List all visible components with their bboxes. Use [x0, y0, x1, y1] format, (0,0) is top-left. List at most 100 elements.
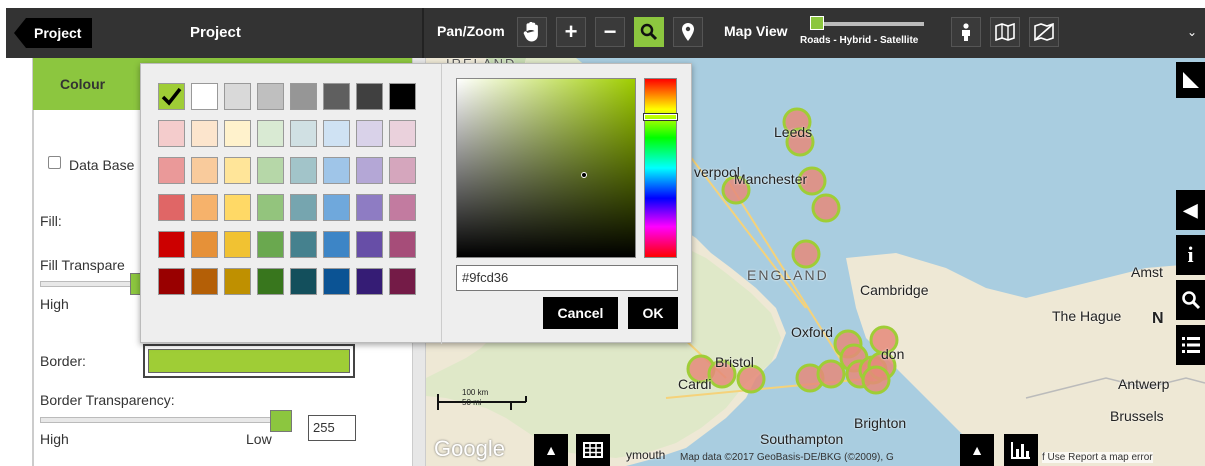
border-transparency-value-input[interactable]: 255 — [308, 415, 356, 441]
map-view-slider-track[interactable] — [812, 22, 924, 26]
colour-swatch[interactable] — [356, 194, 383, 221]
table-view-button[interactable] — [576, 434, 610, 466]
colour-swatch[interactable] — [323, 231, 350, 258]
colour-swatch[interactable] — [290, 194, 317, 221]
legend-list-button[interactable] — [1176, 325, 1205, 365]
expand-chart-button[interactable]: ▲ — [960, 434, 994, 466]
fill-transparency-label: Fill Transpare — [40, 257, 125, 273]
project-back-button[interactable]: Project — [14, 18, 92, 48]
map-view-slider-thumb[interactable] — [810, 16, 824, 30]
chart-view-button[interactable] — [1004, 434, 1038, 466]
expand-panel-button[interactable]: ◀ — [1176, 190, 1205, 230]
hue-slider[interactable] — [644, 78, 677, 258]
map-off-icon — [1034, 23, 1054, 41]
colour-swatch[interactable] — [224, 83, 251, 110]
colour-swatch[interactable] — [323, 157, 350, 184]
project-title: Project — [190, 24, 241, 41]
colour-tab-label: Colour — [60, 76, 106, 92]
colour-swatch[interactable] — [257, 231, 284, 258]
info-icon: i — [1187, 242, 1194, 267]
map-label-southampton: Southampton — [760, 431, 844, 447]
info-button[interactable]: i — [1176, 235, 1205, 275]
colour-swatch[interactable] — [290, 157, 317, 184]
saturation-value-cursor[interactable] — [581, 172, 587, 178]
colour-swatch[interactable] — [356, 120, 383, 147]
colour-swatch[interactable] — [389, 83, 416, 110]
colour-swatch[interactable] — [356, 231, 383, 258]
colour-swatch[interactable] — [191, 194, 218, 221]
colour-swatch[interactable] — [323, 194, 350, 221]
colour-swatch[interactable] — [158, 120, 185, 147]
colour-swatch[interactable] — [389, 231, 416, 258]
map-marker[interactable] — [816, 359, 846, 389]
colour-swatch[interactable] — [389, 157, 416, 184]
colour-swatch[interactable] — [389, 268, 416, 295]
chevron-down-button[interactable]: ⌄ — [1180, 17, 1204, 47]
colour-swatch[interactable] — [356, 268, 383, 295]
data-based-label: Data Base — [69, 157, 135, 173]
street-view-button[interactable] — [951, 17, 981, 47]
colour-swatch[interactable] — [257, 157, 284, 184]
colour-swatch[interactable] — [224, 120, 251, 147]
colour-swatch[interactable] — [257, 83, 284, 110]
map-attribution: Map data ©2017 GeoBasis-DE/BKG (©2009), … — [680, 452, 894, 463]
map-layers-button[interactable] — [990, 17, 1020, 47]
colour-swatch[interactable] — [257, 194, 284, 221]
hue-slider-marker[interactable] — [643, 113, 678, 121]
colour-swatch[interactable] — [224, 268, 251, 295]
colour-swatch[interactable] — [158, 231, 185, 258]
colour-swatch[interactable] — [323, 268, 350, 295]
colour-swatch[interactable] — [191, 231, 218, 258]
colour-swatch[interactable] — [290, 83, 317, 110]
location-pin-button[interactable] — [673, 17, 703, 47]
colour-swatch[interactable] — [389, 120, 416, 147]
map-terms-links[interactable]: f Use Report a map error — [1042, 452, 1153, 463]
hex-colour-input[interactable]: #9fcd36 — [456, 265, 678, 291]
fill-transparency-slider[interactable] — [40, 281, 140, 287]
colour-swatch[interactable] — [356, 83, 383, 110]
collapse-corner-button[interactable] — [1176, 62, 1205, 98]
colour-swatch[interactable] — [158, 268, 185, 295]
colour-swatch[interactable] — [224, 157, 251, 184]
ok-button[interactable]: OK — [628, 297, 678, 329]
map-marker[interactable] — [811, 193, 841, 223]
colour-swatch[interactable] — [290, 268, 317, 295]
colour-swatch[interactable] — [323, 120, 350, 147]
colour-swatch[interactable] — [191, 268, 218, 295]
zoom-in-button[interactable]: + — [556, 17, 586, 47]
saturation-value-box[interactable] — [456, 78, 636, 258]
colour-swatch[interactable] — [290, 120, 317, 147]
search-zoom-button[interactable] — [634, 17, 664, 47]
colour-swatch[interactable] — [257, 268, 284, 295]
zoom-out-button[interactable]: − — [595, 17, 625, 47]
colour-swatch[interactable] — [356, 157, 383, 184]
border-transparency-thumb[interactable] — [270, 410, 292, 432]
colour-swatch[interactable] — [158, 83, 185, 110]
map-marker[interactable] — [861, 365, 891, 395]
map-marker[interactable] — [791, 239, 821, 269]
colour-swatch[interactable] — [191, 120, 218, 147]
expand-bottom-button[interactable]: ▲ — [534, 434, 568, 466]
colour-swatch[interactable] — [323, 83, 350, 110]
colour-swatch[interactable] — [191, 83, 218, 110]
border-colour-swatch[interactable] — [143, 344, 355, 378]
colour-swatch[interactable] — [224, 231, 251, 258]
corner-triangle-icon — [1182, 72, 1199, 88]
colour-swatch[interactable] — [158, 157, 185, 184]
bar-chart-icon — [1011, 442, 1030, 459]
fill-transparency-high-label: High — [40, 296, 69, 312]
colour-swatch[interactable] — [257, 120, 284, 147]
colour-swatch[interactable] — [389, 194, 416, 221]
border-transparency-slider[interactable] — [40, 417, 284, 423]
no-map-button[interactable] — [1029, 17, 1059, 47]
colour-swatch[interactable] — [191, 157, 218, 184]
search-map-button[interactable] — [1176, 280, 1205, 320]
colour-swatch[interactable] — [290, 231, 317, 258]
caret-left-icon: ◀ — [1183, 199, 1198, 220]
top-toolbar: Project Project Pan/Zoom + − Map View Ro… — [0, 0, 1205, 58]
cancel-button[interactable]: Cancel — [543, 297, 618, 329]
pan-hand-button[interactable] — [517, 17, 547, 47]
data-based-checkbox[interactable] — [48, 156, 61, 169]
colour-swatch[interactable] — [224, 194, 251, 221]
colour-swatch[interactable] — [158, 194, 185, 221]
